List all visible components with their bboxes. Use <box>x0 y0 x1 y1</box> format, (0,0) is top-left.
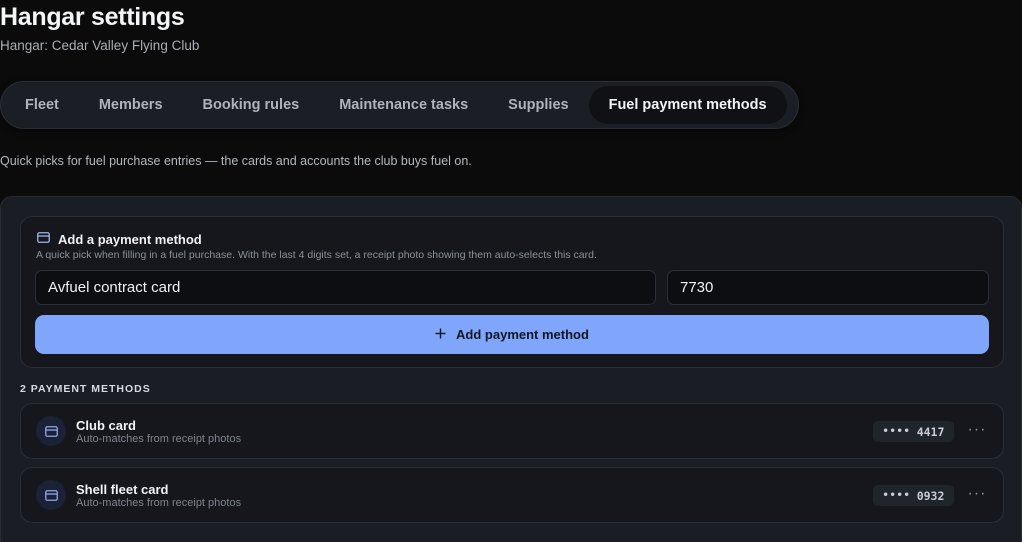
payment-method-row: Club card Auto-matches from receipt phot… <box>20 403 1004 459</box>
add-button-label: Add payment method <box>456 327 589 342</box>
last4-digits-input[interactable] <box>667 270 989 305</box>
credit-card-icon <box>36 416 66 446</box>
method-subtitle: Auto-matches from receipt photos <box>76 433 242 445</box>
credit-card-icon <box>37 230 50 248</box>
page-subtitle: Hangar: Cedar Valley Flying Club <box>0 38 200 53</box>
intro-text: Quick picks for fuel purchase entries — … <box>0 154 472 168</box>
more-options-icon[interactable]: ··· <box>965 418 989 442</box>
add-card-title: Add a payment method <box>58 231 202 247</box>
tab-fuel-payment-methods[interactable]: Fuel payment methods <box>588 86 787 124</box>
last4-digits: 0932 <box>916 488 945 503</box>
add-payment-method-button[interactable]: Add payment method <box>35 315 989 354</box>
payment-method-row: Shell fleet card Auto-matches from recei… <box>20 467 1004 523</box>
mask-dots: •••• <box>882 426 911 437</box>
payment-name-input[interactable] <box>35 270 656 305</box>
last4-digits: 4417 <box>916 424 945 439</box>
mask-dots: •••• <box>882 490 911 501</box>
payment-methods-panel: Add a payment method A quick pick when f… <box>0 196 1022 542</box>
method-name: Shell fleet card <box>76 482 169 497</box>
add-card-header: Add a payment method <box>37 230 202 248</box>
last4-badge: •••• 0932 <box>873 485 954 506</box>
tab-supplies[interactable]: Supplies <box>488 86 588 124</box>
method-subtitle: Auto-matches from receipt photos <box>76 497 242 509</box>
tab-fleet[interactable]: Fleet <box>5 86 79 124</box>
method-name: Club card <box>76 418 136 433</box>
credit-card-icon <box>36 480 66 510</box>
more-options-icon[interactable]: ··· <box>965 482 989 506</box>
add-card-hint: A quick pick when filling in a fuel purc… <box>36 249 597 261</box>
plus-icon <box>435 327 446 342</box>
page-title: Hangar settings <box>0 3 185 31</box>
methods-count-label: 2 PAYMENT METHODS <box>20 383 151 395</box>
settings-tabs: Fleet Members Booking rules Maintenance … <box>0 81 799 129</box>
tab-members[interactable]: Members <box>79 86 183 124</box>
tab-maintenance-tasks[interactable]: Maintenance tasks <box>319 86 488 124</box>
last4-badge: •••• 4417 <box>873 421 954 442</box>
add-payment-method-card: Add a payment method A quick pick when f… <box>20 216 1004 368</box>
tab-booking-rules[interactable]: Booking rules <box>183 86 320 124</box>
